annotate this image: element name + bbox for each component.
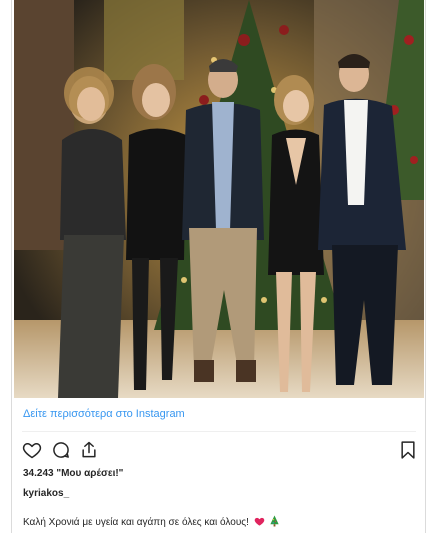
- post-photo[interactable]: [14, 0, 424, 398]
- heart-outline-icon[interactable]: [22, 440, 42, 460]
- bookmark-icon[interactable]: [398, 440, 418, 460]
- post-username-link[interactable]: kyriakos_: [23, 488, 69, 499]
- red-heart-icon: [254, 517, 264, 526]
- post-caption: Καλή Χρονιά με υγεία και αγάπη σε όλες κ…: [23, 515, 280, 528]
- likes-count[interactable]: 34.243 "Μου αρέσει!": [23, 468, 123, 479]
- view-more-on-instagram-link[interactable]: Δείτε περισσότερα στο Instagram: [23, 408, 185, 420]
- action-bar: [22, 440, 418, 462]
- instagram-embed-card: Δείτε περισσότερα στο Instagram 34.243 "…: [11, 0, 426, 533]
- divider: [22, 431, 416, 432]
- share-icon[interactable]: [79, 440, 99, 460]
- speech-bubble-icon[interactable]: [51, 440, 71, 460]
- caption-text: Καλή Χρονιά με υγεία και αγάπη σε όλες κ…: [23, 517, 249, 528]
- christmas-tree-icon: [270, 515, 280, 527]
